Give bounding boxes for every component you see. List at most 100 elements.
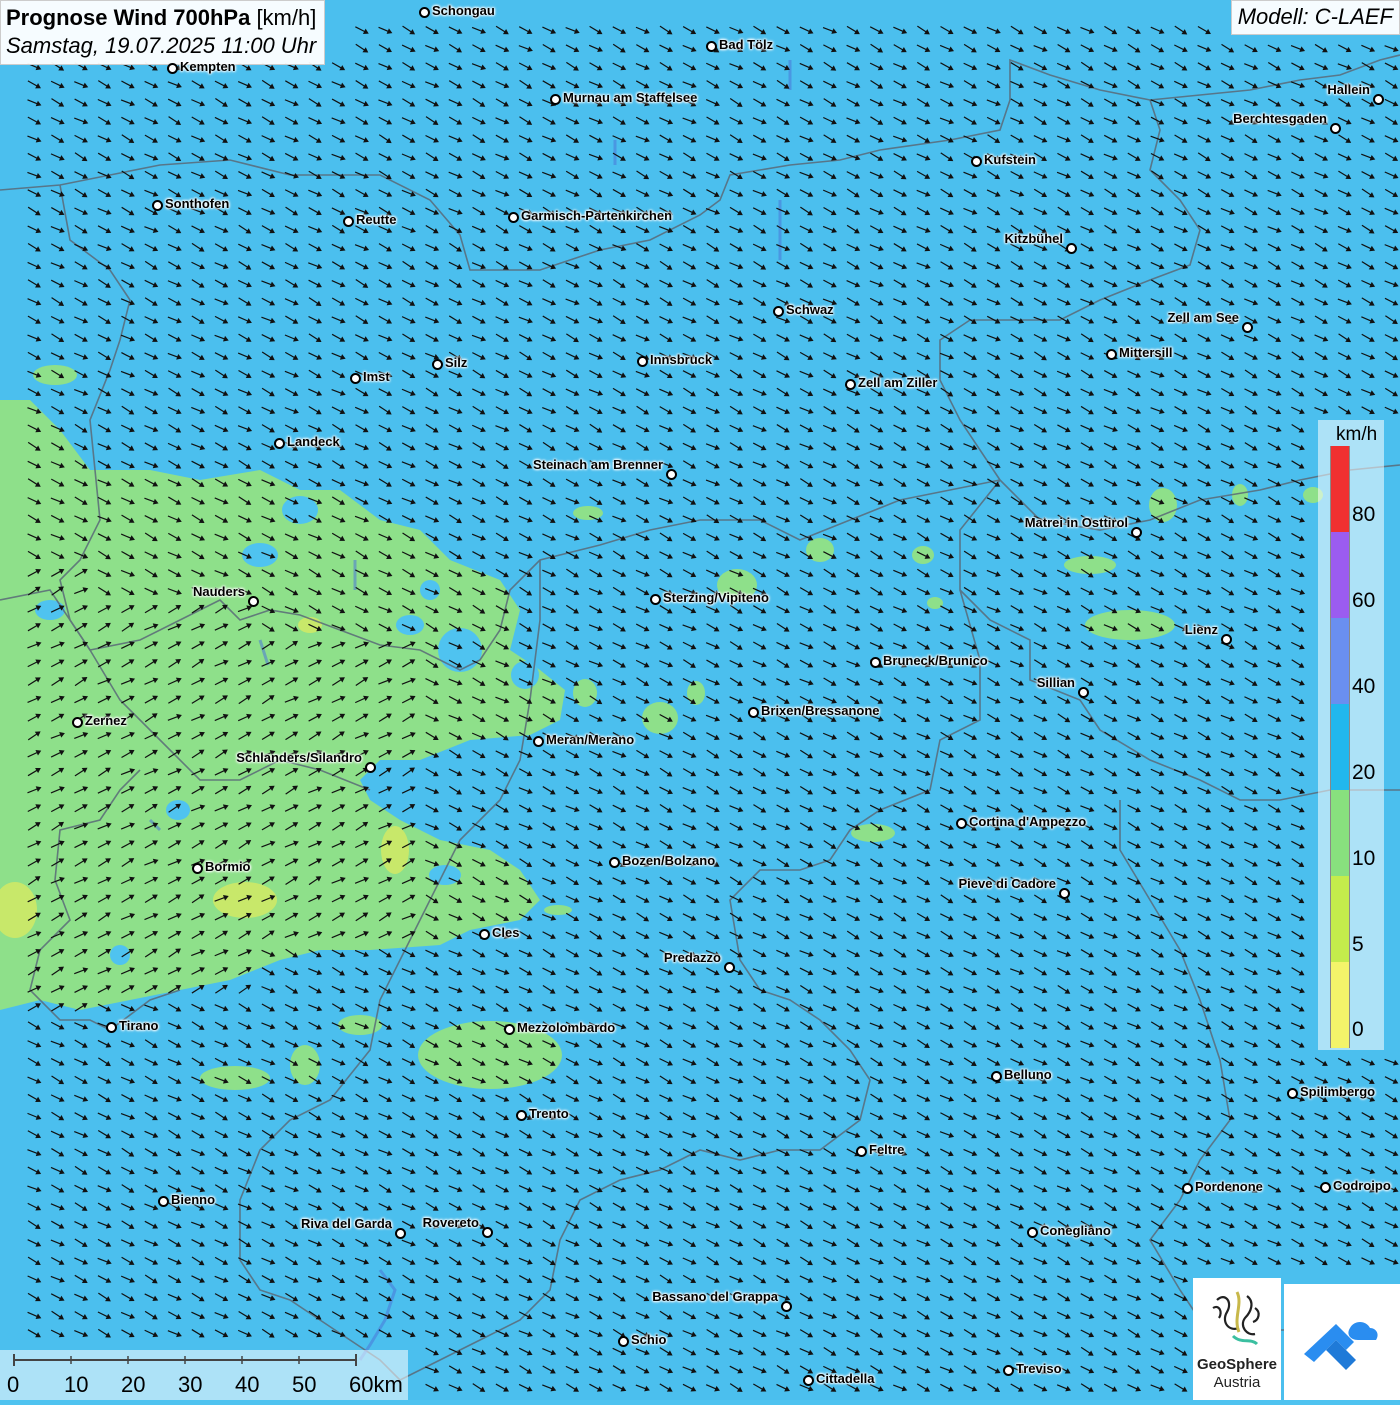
city-label: Belluno [1004, 1068, 1052, 1082]
geosphere-country: Austria [1193, 1374, 1281, 1391]
scale-label: 10 [64, 1372, 88, 1398]
city-marker [106, 1022, 117, 1033]
legend-label: 80 [1352, 503, 1375, 527]
city-label: Spilimbergo [1300, 1085, 1375, 1099]
legend-label: 10 [1352, 847, 1375, 871]
city-marker [1182, 1183, 1193, 1194]
scale-label: 40 [235, 1372, 259, 1398]
region-hole [35, 600, 65, 620]
model-label: Modell: C-LAEF [1231, 0, 1400, 35]
wind-region-10-20 [642, 702, 678, 734]
city-label: Bad Tölz [719, 38, 773, 52]
legend-band [1330, 704, 1350, 790]
app-logo[interactable] [1284, 1284, 1400, 1400]
city-label: Brixen/Bressanone [761, 704, 880, 718]
city-marker [516, 1110, 527, 1121]
city-marker [1287, 1088, 1298, 1099]
legend-band [1330, 618, 1350, 704]
city-label: Bassano del Grappa [652, 1290, 778, 1304]
legend: km/h 806040201050 [1318, 420, 1384, 1050]
city-label: Zernez [85, 714, 127, 728]
scale-label: 20 [121, 1372, 145, 1398]
city-marker [803, 1375, 814, 1386]
legend-label: 5 [1352, 933, 1364, 957]
city-label: Bruneck/Brunico [883, 654, 988, 668]
geosphere-logo[interactable]: GeoSphere Austria [1193, 1278, 1281, 1400]
city-marker [971, 156, 982, 167]
legend-band [1330, 446, 1350, 532]
city-label: Landeck [287, 435, 340, 449]
legend-label: 0 [1352, 1018, 1364, 1042]
city-label: Predazzo [664, 951, 721, 965]
city-marker [1066, 243, 1077, 254]
city-marker [1106, 349, 1117, 360]
city-label: Bormio [205, 860, 251, 874]
city-label: Imst [363, 370, 390, 384]
geosphere-name: GeoSphere [1193, 1356, 1281, 1373]
legend-band [1330, 876, 1350, 962]
city-label: Reutte [356, 213, 396, 227]
city-label: Berchtesgaden [1233, 112, 1327, 126]
city-label: Nauders [193, 585, 245, 599]
region-hole [110, 945, 130, 965]
city-marker [1242, 322, 1253, 333]
city-label: Conegliano [1040, 1224, 1111, 1238]
city-marker [343, 216, 354, 227]
city-label: Rovereto [423, 1216, 479, 1230]
city-marker [192, 863, 203, 874]
city-marker [395, 1228, 406, 1239]
city-label: Riva del Garda [301, 1217, 392, 1231]
geosphere-emblem-icon [1193, 1278, 1281, 1356]
city-label: Treviso [1016, 1362, 1062, 1376]
city-label: Meran/Merano [546, 733, 634, 747]
city-marker [1320, 1182, 1331, 1193]
city-marker [781, 1301, 792, 1312]
city-label: Murnau am Staffelsee [563, 91, 697, 105]
city-label: Innsbruck [650, 353, 712, 367]
map-date: Samstag, 19.07.2025 11:00 Uhr [6, 32, 316, 60]
city-label: Mittersill [1119, 346, 1172, 360]
region-hole [396, 615, 424, 635]
city-marker [773, 306, 784, 317]
city-label: Sterzing/Vipiteno [663, 591, 769, 605]
city-label: Matrei in Osttirol [1025, 516, 1128, 530]
city-label: Zell am Ziller [858, 376, 937, 390]
city-label: Bienno [171, 1193, 215, 1207]
legend-label: 40 [1352, 675, 1375, 699]
legend-label: 20 [1352, 761, 1375, 785]
wind-region-5-10 [381, 826, 409, 874]
city-marker [956, 818, 967, 829]
city-label: Silz [445, 356, 467, 370]
city-marker [72, 717, 83, 728]
scale-line [0, 1350, 408, 1370]
city-marker [609, 857, 620, 868]
city-marker [248, 596, 259, 607]
city-label: Feltre [869, 1143, 904, 1157]
city-label: Tirano [119, 1019, 159, 1033]
city-marker [748, 707, 759, 718]
city-marker [432, 359, 443, 370]
city-marker [666, 469, 677, 480]
city-label: Cittadella [816, 1372, 875, 1386]
city-marker [482, 1227, 493, 1238]
city-marker [1078, 687, 1089, 698]
city-label: Lienz [1185, 623, 1218, 637]
city-marker [856, 1146, 867, 1157]
city-label: Schio [631, 1333, 666, 1347]
city-marker [504, 1024, 515, 1035]
city-label: Sillian [1037, 676, 1075, 690]
city-marker [706, 41, 717, 52]
city-label: Sonthofen [165, 197, 229, 211]
city-marker [845, 379, 856, 390]
city-marker [350, 373, 361, 384]
city-marker [1003, 1365, 1014, 1376]
city-label: Mezzolombardo [517, 1021, 615, 1035]
legend-band [1330, 790, 1350, 876]
city-label: Garmisch-Partenkirchen [521, 209, 672, 223]
city-marker [1330, 123, 1341, 134]
map-title-unit: [km/h] [256, 5, 316, 30]
city-marker [167, 63, 178, 74]
city-label: Cortina d'Ampezzo [969, 815, 1086, 829]
city-label: Trento [529, 1107, 569, 1121]
wind-region-10-20 [544, 905, 572, 915]
